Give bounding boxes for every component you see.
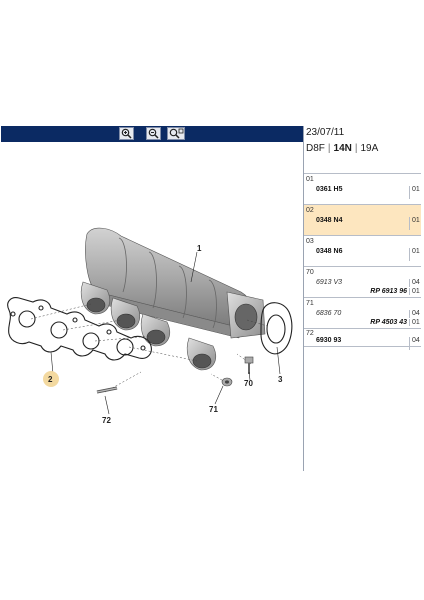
parts-viewer: 1 2 3 70 71 72 23/07/11 D8F | 14N | 19A 01 0…	[1, 126, 422, 471]
part-reference[interactable]: 0348 N4	[316, 217, 342, 224]
intake-manifold	[80, 227, 266, 371]
callout-70: 70	[244, 379, 253, 388]
part-index: 70	[306, 269, 314, 276]
part-reference[interactable]: 0361 H5	[316, 186, 342, 193]
zoom-in-button[interactable]	[119, 127, 134, 140]
engine-code-2: 14N	[333, 143, 352, 154]
part-index: 71	[306, 300, 314, 307]
diagram-toolbar	[1, 126, 303, 142]
parts-table: 01 0361 H5 01 02 0348 N4 01 03 0348 N6 0…	[304, 173, 421, 350]
part-quantity: 01	[409, 248, 420, 261]
zoom-in-icon	[121, 128, 132, 139]
part-reference-old[interactable]: 6836 70	[316, 310, 341, 317]
screw-70	[244, 356, 254, 374]
throttle-flange	[226, 291, 266, 339]
part-index: 72	[306, 330, 314, 337]
part-row[interactable]: 70 6913 V3 RP 6913 96 04 01	[304, 266, 421, 297]
part-quantity-2: 01	[409, 288, 420, 295]
nut-71	[221, 377, 233, 387]
zoom-fit-icon	[169, 128, 183, 139]
zoom-out-button[interactable]	[146, 127, 161, 140]
part-quantity: 04	[409, 279, 420, 287]
engine-code-1: D8F	[306, 143, 325, 154]
zoom-fit-button[interactable]	[167, 127, 185, 140]
zoom-out-icon	[148, 128, 159, 139]
part-quantity: 01	[409, 186, 420, 199]
callout-71: 71	[209, 405, 218, 414]
catalog-date: 23/07/11	[306, 127, 345, 138]
part-quantity: 04	[409, 337, 420, 350]
part-reference[interactable]: 6930 93	[316, 337, 341, 344]
part-index: 03	[306, 238, 314, 245]
part-row[interactable]: 71 6836 70 RP 4503 43 04 01	[304, 297, 421, 328]
callout-2: 2	[48, 375, 53, 384]
stud-72	[96, 386, 118, 394]
engine-codes: D8F | 14N | 19A	[306, 143, 379, 154]
part-row[interactable]: 03 0348 N6 01	[304, 235, 421, 266]
part-row[interactable]: 72 6930 93 04	[304, 328, 421, 350]
part-reference-old[interactable]: 6913 V3	[316, 279, 342, 286]
part-quantity: 01	[409, 217, 420, 230]
exploded-diagram: 1 2 3 70 71 72	[1, 142, 303, 471]
part-row-selected[interactable]: 02 0348 N4 01	[304, 204, 421, 235]
callout-3: 3	[278, 375, 283, 384]
part-quantity-2: 01	[409, 319, 420, 326]
part-replacement[interactable]: RP 6913 96	[370, 288, 407, 295]
part-replacement[interactable]: RP 4503 43	[370, 319, 407, 326]
callout-1: 1	[197, 244, 202, 253]
part-quantity: 04	[409, 310, 420, 318]
part-row[interactable]: 01 0361 H5 01	[304, 173, 421, 204]
parts-list-panel: 23/07/11 D8F | 14N | 19A 01 0361 H5 01 02 03…	[304, 126, 422, 471]
part-reference[interactable]: 0348 N6	[316, 248, 342, 255]
runner-4	[186, 337, 216, 371]
part-index: 01	[306, 176, 314, 183]
throttle-gasket	[260, 302, 293, 355]
part-index: 02	[306, 207, 314, 214]
engine-code-3: 19A	[360, 143, 379, 154]
callout-72: 72	[102, 416, 111, 425]
intake-manifold-drawing: 1 2 3 70 71 72	[7, 227, 293, 425]
